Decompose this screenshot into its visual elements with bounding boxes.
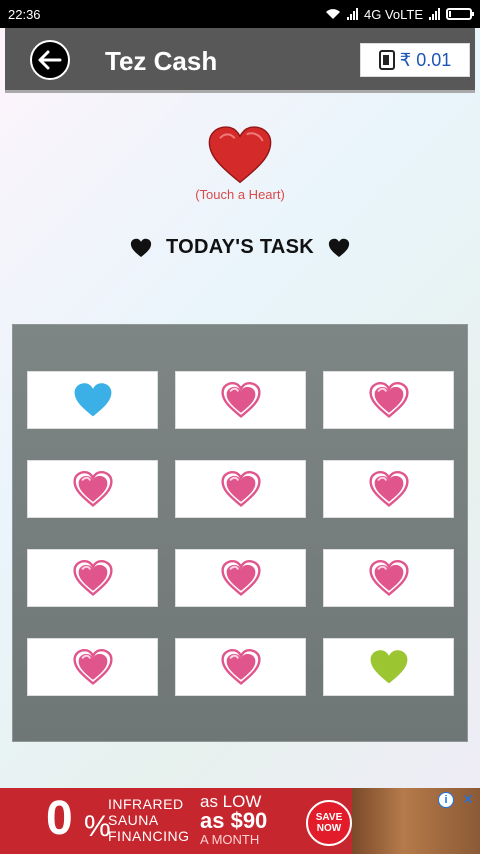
heart-icon <box>130 238 152 257</box>
heart-icon <box>220 649 261 685</box>
battery-icon <box>446 8 474 20</box>
heart-icon <box>72 560 113 596</box>
app-header: Tez Cash ₹ 0.01 <box>5 28 475 93</box>
heart-icon <box>328 238 350 257</box>
balance-amount: ₹ 0.01 <box>399 49 452 70</box>
touch-heart-icon[interactable] <box>205 125 275 185</box>
heart-icon <box>368 560 409 596</box>
ad-cta-line-2: NOW <box>316 823 342 834</box>
wallet-balance[interactable]: ₹ 0.01 <box>360 43 470 77</box>
status-time: 22:36 <box>8 6 41 22</box>
wallet-icon <box>378 50 395 70</box>
ad-cta-line-1: SAVE <box>315 812 343 823</box>
ad-image <box>352 788 480 854</box>
back-button[interactable] <box>30 40 70 80</box>
ad-line-1: INFRARED <box>108 796 184 812</box>
ad-per-month: A MONTH <box>200 832 260 847</box>
signal-icon-2 <box>429 8 440 20</box>
ad-banner[interactable]: 0 % INFRARED SAUNA FINANCING as LOW as $… <box>0 788 480 854</box>
heart-cell[interactable] <box>175 371 306 429</box>
wifi-icon <box>325 9 340 19</box>
heart-icon <box>74 383 111 417</box>
heart-cell[interactable] <box>27 460 158 518</box>
heart-cell[interactable] <box>323 371 454 429</box>
ad-line-2: SAUNA <box>108 812 159 828</box>
network-label: 4G VoLTE <box>363 6 423 22</box>
heart-cell[interactable] <box>175 638 306 696</box>
page-title: Tez Cash <box>105 46 218 76</box>
heart-cell[interactable] <box>323 460 454 518</box>
heart-icon <box>72 649 113 685</box>
ad-close-icon[interactable]: ✕ <box>462 791 474 808</box>
ad-save-now-button[interactable]: SAVE NOW <box>306 800 352 846</box>
heart-icon <box>370 650 407 684</box>
heart-icon <box>220 382 261 418</box>
heart-cell[interactable] <box>323 638 454 696</box>
ad-percent: % <box>84 810 111 843</box>
heart-icon <box>220 471 261 507</box>
ad-price: as $90 <box>200 808 268 833</box>
ad-info-icon[interactable]: i <box>438 792 454 808</box>
touch-heart-label: (Touch a Heart) <box>195 187 285 202</box>
task-heading: TODAY'S TASK <box>0 236 480 259</box>
status-bar: 22:36 4G VoLTE <box>0 0 480 28</box>
heart-cell[interactable] <box>175 460 306 518</box>
heart-grid <box>12 324 468 742</box>
heart-cell[interactable] <box>175 549 306 607</box>
heart-cell[interactable] <box>27 638 158 696</box>
signal-icon <box>346 8 358 20</box>
heart-icon <box>368 382 409 418</box>
heart-cell[interactable] <box>323 549 454 607</box>
task-title: TODAY'S TASK <box>165 236 314 258</box>
heart-icon <box>220 560 261 596</box>
heart-cell[interactable] <box>27 371 158 429</box>
heart-icon <box>72 471 113 507</box>
heart-icon <box>368 471 409 507</box>
ad-line-3: FINANCING <box>108 828 190 844</box>
heart-cell[interactable] <box>27 549 158 607</box>
ad-zero: 0 <box>46 792 73 845</box>
arrow-left-icon <box>38 50 62 70</box>
